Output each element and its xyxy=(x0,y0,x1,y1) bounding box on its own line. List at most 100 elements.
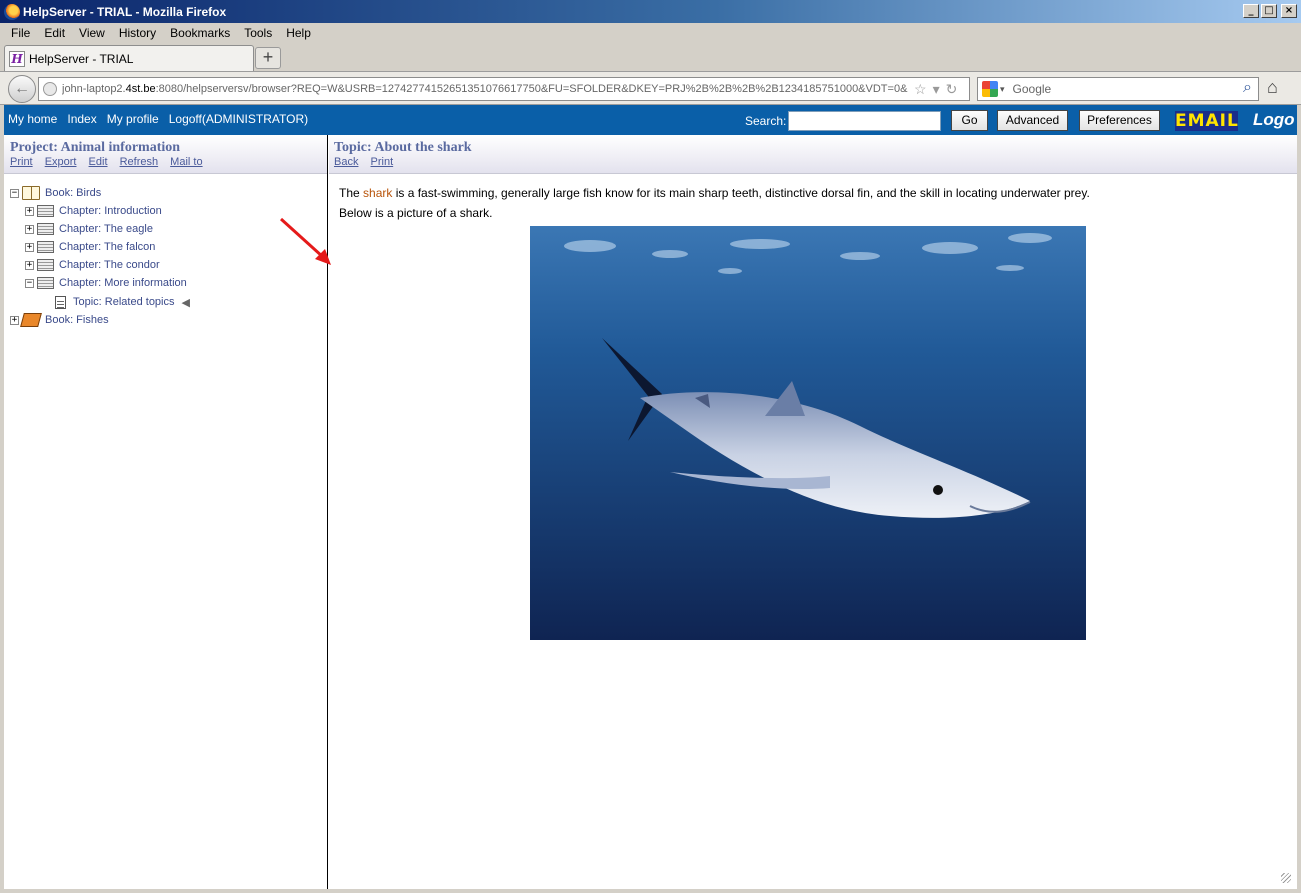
email-logo[interactable]: EMAIL xyxy=(1175,111,1238,131)
site-logo: Logo xyxy=(1253,110,1295,129)
tree-node-book-birds[interactable]: − Book: Birds xyxy=(10,185,101,201)
tree-node-topic-related-topics[interactable]: Topic: Related topics ◀ xyxy=(55,294,190,310)
home-icon[interactable]: ⌂ xyxy=(1267,77,1278,98)
project-refresh-link[interactable]: Refresh xyxy=(120,156,159,168)
expand-icon[interactable]: + xyxy=(25,206,34,216)
tab-title: HelpServer - TRIAL xyxy=(29,51,134,66)
chapter-icon xyxy=(37,223,54,235)
chapter-icon xyxy=(37,277,54,289)
window-controls: _ □ × xyxy=(1243,4,1297,18)
link-my-profile[interactable]: My profile xyxy=(107,112,159,126)
web-search-placeholder: Google xyxy=(1012,82,1052,96)
back-arrow-icon[interactable]: ← xyxy=(8,75,36,103)
minimize-button[interactable]: _ xyxy=(1243,4,1259,18)
tree-node-chapter-condor[interactable]: + Chapter: The condor xyxy=(25,257,160,273)
top-links: My home Index My profile Logoff(ADMINIST… xyxy=(8,112,318,126)
tree-label[interactable]: Book: Fishes xyxy=(45,314,109,326)
chapter-icon xyxy=(37,205,54,217)
google-engine-icon[interactable] xyxy=(982,81,998,97)
expand-icon[interactable]: + xyxy=(10,315,19,325)
preferences-button[interactable]: Preferences xyxy=(1079,110,1160,131)
project-pane: Project: Animal information Print Export… xyxy=(4,135,328,889)
open-book-icon xyxy=(22,186,40,200)
link-logoff[interactable]: Logoff(ADMINISTRATOR) xyxy=(169,112,308,126)
link-index[interactable]: Index xyxy=(67,112,96,126)
shark-term-link[interactable]: shark xyxy=(363,186,392,200)
web-search-box[interactable]: ▾ Google ⌕ xyxy=(977,77,1259,101)
window-title: HelpServer - TRIAL - Mozilla Firefox xyxy=(23,4,227,19)
expand-icon[interactable]: + xyxy=(25,242,34,252)
tree-node-chapter-more-information[interactable]: − Chapter: More information xyxy=(25,275,187,291)
window-titlebar: HelpServer - TRIAL - Mozilla Firefox _ □… xyxy=(0,0,1301,23)
tree-label[interactable]: Chapter: The condor xyxy=(59,259,160,271)
menu-edit[interactable]: Edit xyxy=(37,26,72,40)
reload-icon[interactable]: ↻ xyxy=(946,81,958,98)
menu-file[interactable]: File xyxy=(4,26,37,40)
tree-node-chapter-introduction[interactable]: + Chapter: Introduction xyxy=(25,203,162,219)
topic-pane: Topic: About the shark Back Print The sh… xyxy=(329,135,1297,889)
shark-photo xyxy=(530,226,1086,640)
tab-bar: H HelpServer - TRIAL + xyxy=(0,43,1301,71)
menu-bookmarks[interactable]: Bookmarks xyxy=(163,26,237,40)
url-path: :8080/helpserversv/browser?REQ=W&USRB=12… xyxy=(155,83,908,95)
new-tab-button[interactable]: + xyxy=(255,47,281,69)
menu-view[interactable]: View xyxy=(72,26,112,40)
go-button[interactable]: Go xyxy=(951,110,988,131)
current-position-arrow-icon: ◀ xyxy=(181,296,190,309)
shark-illustration xyxy=(530,226,1086,640)
menu-help[interactable]: Help xyxy=(279,26,318,40)
search-input[interactable] xyxy=(788,111,941,131)
menu-history[interactable]: History xyxy=(112,26,163,40)
search-label: Search: xyxy=(745,114,787,128)
link-my-home[interactable]: My home xyxy=(8,112,57,126)
topic-title: Topic: About the shark xyxy=(334,140,472,155)
closed-book-icon xyxy=(20,313,42,327)
close-button[interactable]: × xyxy=(1281,4,1297,18)
topic-page-icon xyxy=(55,295,66,309)
expand-icon[interactable]: + xyxy=(25,260,34,270)
topic-line-2: Below is a picture of a shark. xyxy=(339,206,493,220)
engine-dropdown-icon[interactable]: ▾ xyxy=(1000,84,1005,95)
address-bar[interactable]: john-laptop2.4st.be:8080/helpserversv/br… xyxy=(38,77,970,101)
resize-grip-icon[interactable] xyxy=(1281,873,1291,883)
project-mailto-link[interactable]: Mail to xyxy=(170,156,202,168)
menu-bar: File Edit View History Bookmarks Tools H… xyxy=(0,23,1301,43)
project-edit-link[interactable]: Edit xyxy=(89,156,108,168)
collapse-icon[interactable]: − xyxy=(10,188,19,198)
history-dropdown-icon[interactable]: ▾ xyxy=(933,81,940,98)
bookmark-star-icon[interactable]: ☆ xyxy=(914,81,927,98)
tree-label[interactable]: Chapter: The eagle xyxy=(59,223,153,235)
navigation-toolbar: ← john-laptop2.4st.be:8080/helpserversv/… xyxy=(0,71,1301,105)
helpserver-favicon-icon: H xyxy=(9,50,25,67)
url-text: john-laptop2.4st.be:8080/helpserversv/br… xyxy=(62,83,908,95)
tree-node-book-fishes[interactable]: + Book: Fishes xyxy=(10,312,109,328)
topic-print-link[interactable]: Print xyxy=(371,156,394,168)
site-identity-icon[interactable] xyxy=(43,82,57,96)
browser-tab[interactable]: H HelpServer - TRIAL xyxy=(4,45,254,71)
topic-back-link[interactable]: Back xyxy=(334,156,358,168)
para-text-end: is a fast-swimming, generally large fish… xyxy=(392,186,1090,200)
tree-node-chapter-eagle[interactable]: + Chapter: The eagle xyxy=(25,221,153,237)
tree-node-chapter-falcon[interactable]: + Chapter: The falcon xyxy=(25,239,155,255)
topic-header: Topic: About the shark Back Print xyxy=(329,135,1297,174)
project-actions: Print Export Edit Refresh Mail to xyxy=(10,156,212,168)
chapter-icon xyxy=(37,241,54,253)
expand-icon[interactable]: + xyxy=(25,224,34,234)
project-print-link[interactable]: Print xyxy=(10,156,33,168)
helpserver-topbar: My home Index My profile Logoff(ADMINIST… xyxy=(4,105,1297,135)
magnifier-icon[interactable]: ⌕ xyxy=(1243,79,1252,97)
tree-label[interactable]: Chapter: Introduction xyxy=(59,205,162,217)
collapse-icon[interactable]: − xyxy=(25,278,34,288)
tree-label[interactable]: Chapter: More information xyxy=(59,277,187,289)
para-text-start: The xyxy=(339,186,364,200)
project-export-link[interactable]: Export xyxy=(45,156,77,168)
advanced-button[interactable]: Advanced xyxy=(997,110,1068,131)
tree-label[interactable]: Chapter: The falcon xyxy=(59,241,155,253)
project-header: Project: Animal information Print Export… xyxy=(4,135,327,174)
tree-label[interactable]: Topic: Related topics xyxy=(73,296,175,308)
maximize-button[interactable]: □ xyxy=(1261,4,1277,18)
menu-tools[interactable]: Tools xyxy=(237,26,279,40)
chapter-icon xyxy=(37,259,54,271)
tree-label[interactable]: Book: Birds xyxy=(45,187,101,199)
project-title: Project: Animal information xyxy=(10,140,181,155)
